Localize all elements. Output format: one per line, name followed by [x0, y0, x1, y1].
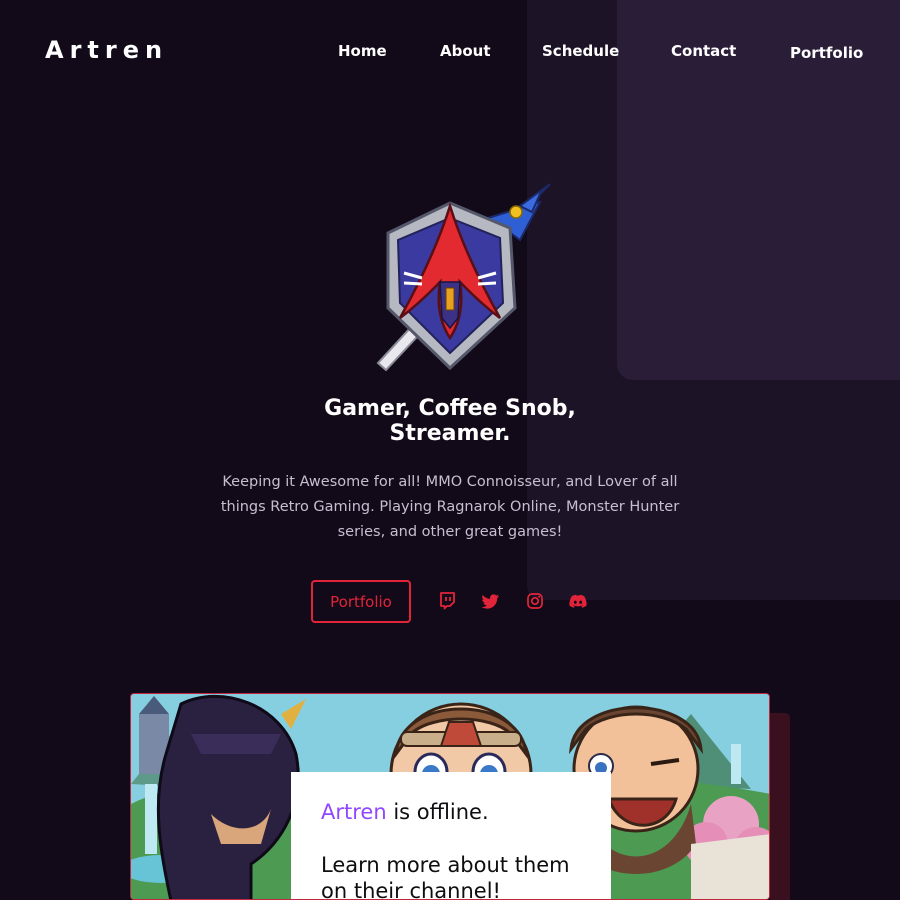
hero-headline-line-1: Gamer, Coffee Snob, [324, 396, 576, 421]
offline-message-card: Artren is offline. Learn more about them… [291, 772, 611, 899]
nav-contact[interactable]: Contact [671, 42, 736, 60]
artren-emblem-logo [376, 183, 551, 372]
main-nav: Home About Schedule Contact Portfolio [0, 42, 900, 66]
twitch-stream-embed[interactable]: Artren is offline. Learn more about them… [130, 693, 770, 900]
twitch-icon[interactable] [437, 591, 457, 611]
hero-tagline: Keeping it Awesome for all! MMO Connoiss… [220, 474, 680, 540]
stream-embed-shadow [770, 713, 790, 900]
portfolio-button[interactable]: Portfolio [311, 580, 411, 623]
instagram-icon[interactable] [525, 591, 545, 611]
nav-portfolio[interactable]: Portfolio [790, 44, 863, 62]
hero-headline: Gamer, Coffee Snob, Streamer. [250, 396, 650, 446]
channel-name-link[interactable]: Artren [321, 800, 387, 824]
offline-status-text: is offline. [386, 800, 489, 824]
learn-more-text[interactable]: Learn more about them on their channel! [321, 852, 581, 899]
twitter-icon[interactable] [481, 591, 501, 611]
nav-schedule[interactable]: Schedule [542, 42, 619, 60]
offline-status: Artren is offline. [321, 798, 581, 826]
discord-icon[interactable] [568, 591, 588, 611]
hero-headline-line-2: Streamer. [389, 421, 511, 446]
nav-home[interactable]: Home [338, 42, 387, 60]
nav-about[interactable]: About [440, 42, 491, 60]
